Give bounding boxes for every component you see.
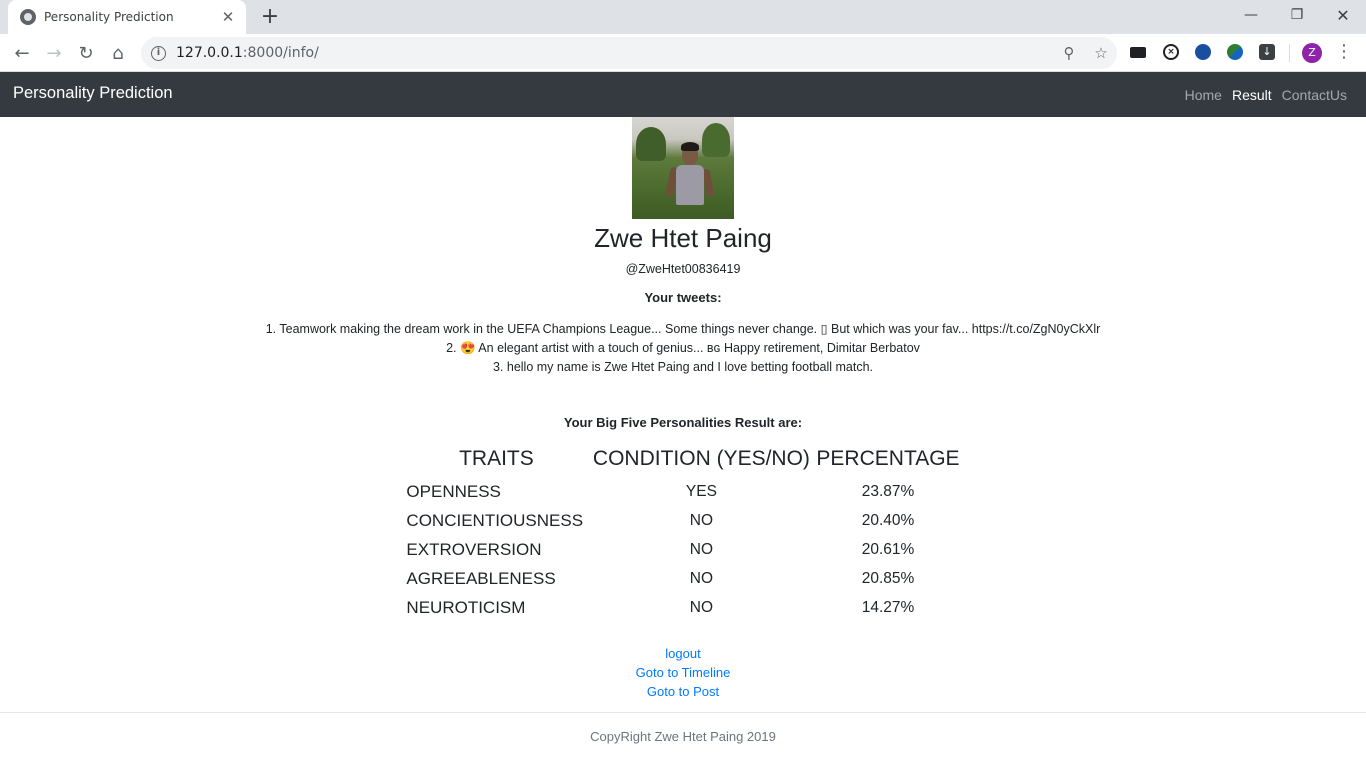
tweets-heading: Your tweets:	[644, 290, 722, 305]
table-header-row: TRAITS CONDITION (YES/NO) PERCENTAGE	[404, 447, 961, 477]
trait-percentage: 20.61%	[861, 540, 915, 558]
close-window-button[interactable]: ✕	[1320, 0, 1366, 30]
globe-icon	[20, 9, 36, 25]
table-row: CONCIENTIOUSNESS NO 20.40%	[404, 506, 961, 535]
nav-link-home[interactable]: Home	[1185, 87, 1222, 103]
info-icon[interactable]: i	[151, 45, 166, 61]
trait-condition: NO	[689, 511, 714, 529]
trait-name: EXTROVERSION	[406, 539, 542, 559]
result-heading: Your Big Five Personalities Result are:	[563, 415, 803, 430]
trait-name: OPENNESS	[406, 481, 501, 501]
goto-post-link[interactable]: Goto to Post	[0, 682, 1366, 701]
trait-percentage: 20.85%	[861, 569, 915, 587]
browser-toolbar: ← → ↻ ⌂ i 127.0.0.1:8000/info/ ⚲ ☆ × ↓ Z…	[0, 34, 1366, 72]
tweets-list: 1. Teamwork making the dream work in the…	[0, 320, 1366, 377]
tweet-item: 2. 😍 An elegant artist with a touch of g…	[446, 341, 920, 355]
page-footer: CopyRight Zwe Htet Paing 2019	[0, 712, 1366, 768]
table-row: EXTROVERSION NO 20.61%	[404, 535, 961, 564]
minimize-button[interactable]: —	[1228, 0, 1274, 30]
zoom-icon[interactable]: ⚲	[1053, 44, 1085, 62]
goto-timeline-link[interactable]: Goto to Timeline	[0, 663, 1366, 682]
blue-extension-icon[interactable]	[1194, 43, 1212, 61]
url-text[interactable]: 127.0.0.1:8000/info/	[176, 45, 1053, 61]
main-content: Zwe Htet Paing @ZweHtet00836419 Your twe…	[0, 117, 1366, 701]
profile-avatar[interactable]: Z	[1302, 43, 1322, 63]
header-percentage: PERCENTAGE	[816, 447, 960, 470]
traits-table: TRAITS CONDITION (YES/NO) PERCENTAGE OPE…	[404, 447, 961, 622]
reload-button[interactable]: ↻	[74, 41, 98, 65]
trait-percentage: 23.87%	[861, 482, 915, 500]
navbar-brand[interactable]: Personality Prediction	[13, 84, 173, 103]
action-links: logout Goto to Timeline Goto to Post	[0, 644, 1366, 701]
trait-condition: YES	[685, 482, 717, 500]
trait-percentage: 20.40%	[861, 511, 915, 529]
back-button[interactable]: ←	[10, 41, 34, 65]
nav-link-contactus[interactable]: ContactUs	[1282, 87, 1347, 103]
nav-link-result[interactable]: Result	[1232, 87, 1272, 103]
bookmark-star-icon[interactable]: ☆	[1085, 44, 1117, 62]
globe-extension-icon[interactable]	[1226, 43, 1244, 61]
restore-button[interactable]: ❐	[1274, 0, 1320, 30]
header-condition: CONDITION (YES/NO)	[592, 447, 810, 470]
download-extension-icon[interactable]: ↓	[1258, 43, 1276, 61]
tab-strip: Personality Prediction ✕ + — ❐ ✕	[0, 0, 1366, 34]
tweet-item: 3. hello my name is Zwe Htet Paing and I…	[492, 360, 874, 374]
x-extension-icon[interactable]: ×	[1162, 43, 1180, 61]
forward-button[interactable]: →	[42, 41, 66, 65]
nav-links: Home Result ContactUs	[1185, 87, 1347, 103]
tweet-item: 1. Teamwork making the dream work in the…	[265, 322, 1101, 336]
url-host: 127.0.0.1	[176, 45, 243, 61]
new-tab-button[interactable]: +	[258, 4, 282, 29]
header-traits: TRAITS	[459, 447, 534, 470]
table-row: OPENNESS YES 23.87%	[404, 477, 961, 506]
tab-title: Personality Prediction	[44, 10, 174, 24]
trait-name: CONCIENTIOUSNESS	[406, 510, 584, 530]
trait-condition: NO	[689, 569, 714, 587]
trait-condition: NO	[689, 598, 714, 616]
close-tab-icon[interactable]: ✕	[220, 8, 236, 26]
menu-kebab-icon[interactable]: ⋮	[1334, 41, 1354, 65]
footer-copyright: CopyRight Zwe Htet Paing 2019	[590, 729, 776, 744]
browser-tab[interactable]: Personality Prediction ✕	[8, 0, 246, 34]
home-button[interactable]: ⌂	[106, 41, 130, 65]
trait-name: NEUROTICISM	[406, 597, 526, 617]
site-navbar: Personality Prediction Home Result Conta…	[0, 72, 1366, 117]
keyboard-extension-icon[interactable]	[1129, 43, 1147, 61]
trait-name: AGREEABLENESS	[406, 568, 556, 588]
trait-condition: NO	[689, 540, 714, 558]
url-path: :8000/info/	[242, 45, 319, 61]
toolbar-divider	[1289, 44, 1290, 62]
table-row: AGREEABLENESS NO 20.85%	[404, 564, 961, 593]
logout-link[interactable]: logout	[0, 644, 1366, 663]
profile-handle: @ZweHtet00836419	[625, 262, 741, 276]
trait-percentage: 14.27%	[861, 598, 915, 616]
profile-name: Zwe Htet Paing	[594, 223, 772, 253]
table-row: NEUROTICISM NO 14.27%	[404, 593, 961, 622]
address-bar[interactable]: i 127.0.0.1:8000/info/ ⚲ ☆	[141, 37, 1117, 69]
profile-photo	[632, 117, 734, 219]
